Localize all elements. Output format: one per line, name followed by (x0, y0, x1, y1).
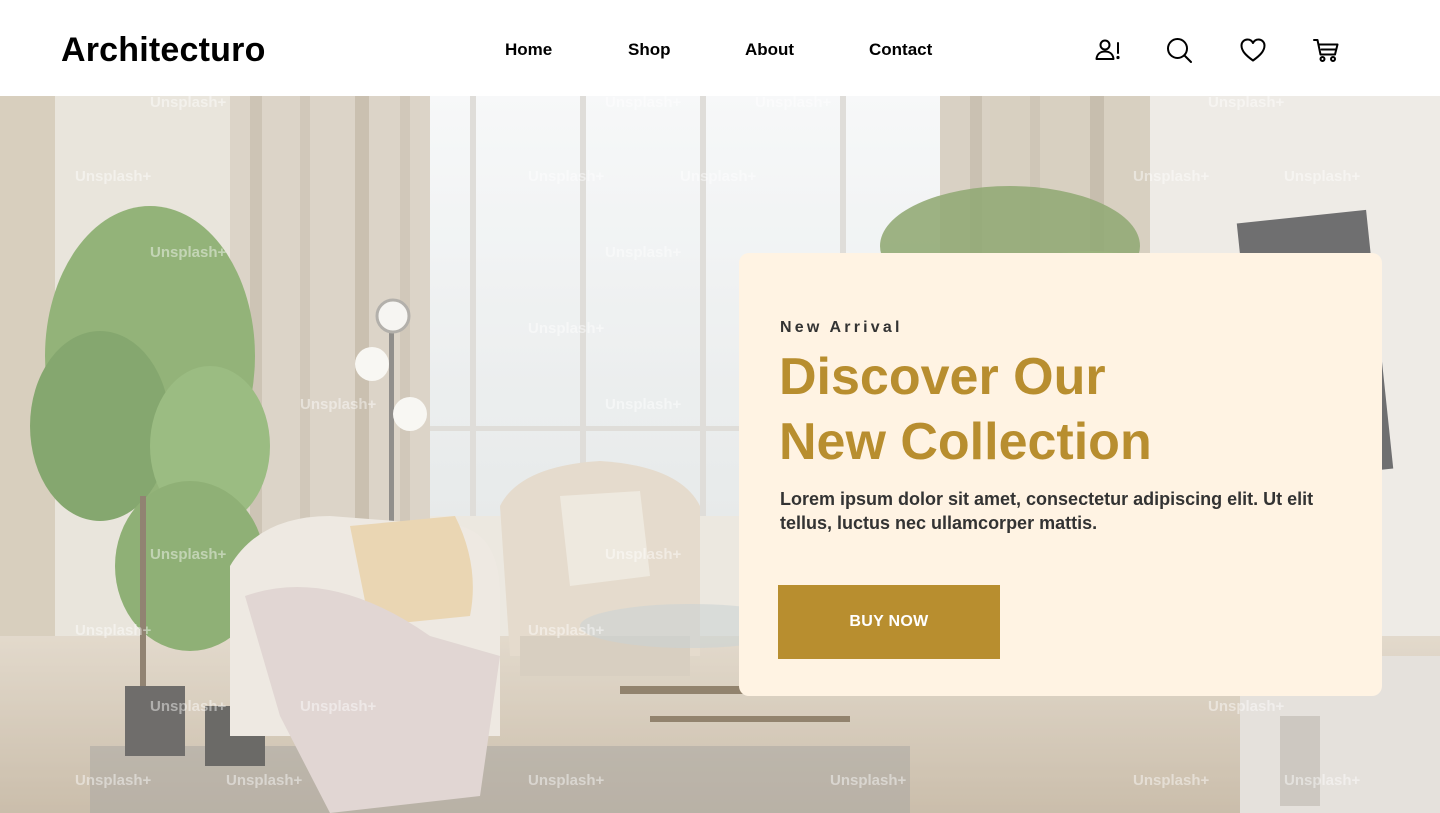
promo-description: Lorem ipsum dolor sit amet, consectetur … (780, 489, 1314, 533)
nav-contact[interactable]: Contact (869, 38, 932, 62)
heart-icon[interactable] (1236, 33, 1270, 67)
headline-line-2: New Collection (779, 413, 1152, 471)
promo-eyebrow: New Arrival (780, 319, 903, 336)
search-icon[interactable] (1162, 33, 1196, 67)
account-alert-icon[interactable] (1090, 33, 1124, 67)
promo-headline: Discover Our New Collection (779, 345, 1339, 475)
nav-about[interactable]: About (745, 38, 794, 62)
buy-now-button[interactable]: BUY NOW (778, 585, 1000, 659)
promo-card: New Arrival Discover Our New Collection … (739, 253, 1382, 696)
brand-logo[interactable]: Architecturo (61, 28, 266, 72)
nav-home[interactable]: Home (505, 38, 552, 62)
nav-shop[interactable]: Shop (628, 38, 671, 62)
headline-line-1: Discover Our (779, 348, 1106, 406)
site-header: Architecturo Home Shop About Contact (0, 0, 1440, 96)
cart-icon[interactable] (1309, 33, 1343, 67)
